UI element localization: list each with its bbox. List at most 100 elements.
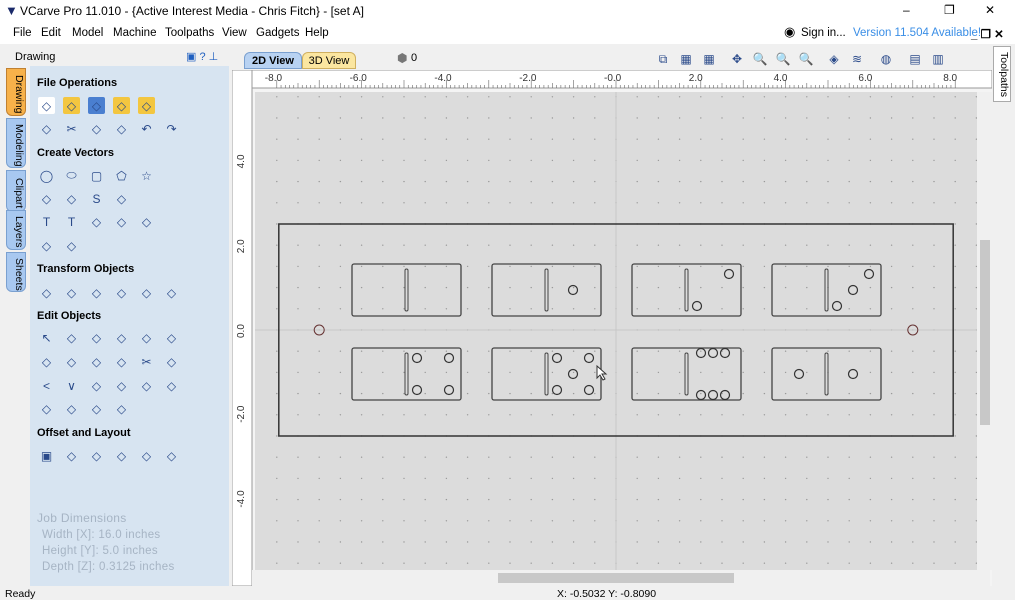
group-icon[interactable]: ◇: [113, 329, 130, 346]
nesting-icon[interactable]: ◇: [138, 447, 155, 464]
trace-bitmap-icon[interactable]: ◇: [163, 377, 180, 394]
layer-icon[interactable]: ⬢: [397, 51, 407, 65]
panel-controls[interactable]: ▣ ? ⊥: [186, 50, 218, 63]
cut-icon[interactable]: ✂: [63, 120, 80, 137]
zoom-extents-icon[interactable]: ⧉: [654, 50, 672, 68]
weld-tool-icon[interactable]: ◇: [163, 329, 180, 346]
texture-icon[interactable]: ◇: [113, 190, 130, 207]
dimension-icon[interactable]: ◇: [63, 237, 80, 254]
subtract-icon[interactable]: ◇: [63, 353, 80, 370]
move-icon[interactable]: ◇: [38, 284, 55, 301]
sign-in-link[interactable]: Sign in...: [801, 27, 846, 39]
menu-gadgets[interactable]: Gadgets: [256, 27, 299, 39]
curve-split-icon[interactable]: ◇: [63, 400, 80, 417]
fit-to-sheet-icon[interactable]: ◇: [163, 447, 180, 464]
copy-along-vectors-icon[interactable]: ◇: [113, 447, 130, 464]
save-file-icon[interactable]: ◇: [88, 97, 105, 114]
open-folder-icon[interactable]: ◇: [113, 97, 130, 114]
scrollbar-thumb[interactable]: [980, 240, 990, 425]
zoom-all-icon[interactable]: 🔍: [774, 50, 792, 68]
arc-icon[interactable]: ◇: [63, 190, 80, 207]
zoom-in-icon[interactable]: 🔍: [751, 50, 769, 68]
text-icon[interactable]: T: [38, 213, 55, 230]
restore-button[interactable]: ❐: [944, 3, 955, 17]
distort-icon[interactable]: ◇: [138, 284, 155, 301]
toggle-vectors-icon[interactable]: ◈: [825, 50, 843, 68]
redo-icon[interactable]: ↷: [163, 120, 180, 137]
undo-icon[interactable]: ↶: [138, 120, 155, 137]
doc-minimize-button[interactable]: _ ❐ ✕: [971, 27, 1004, 41]
menu-machine[interactable]: Machine: [113, 27, 156, 39]
pan-icon[interactable]: ✥: [728, 50, 746, 68]
smooth-icon[interactable]: ◇: [88, 377, 105, 394]
transform-select-icon[interactable]: ◇: [88, 329, 105, 346]
set-origin-icon[interactable]: ◇: [163, 284, 180, 301]
curve-close-icon[interactable]: ◇: [113, 400, 130, 417]
ellipse-icon[interactable]: ⬭: [63, 167, 80, 184]
intersect-icon[interactable]: ◇: [88, 353, 105, 370]
zoom-box-icon[interactable]: 🔍: [797, 50, 815, 68]
align-center-icon[interactable]: ◇: [88, 284, 105, 301]
import-icon[interactable]: ◇: [138, 97, 155, 114]
side-tab-sheets[interactable]: Sheets: [6, 252, 26, 292]
menu-toolpaths[interactable]: Toolpaths: [165, 27, 214, 39]
circle-icon[interactable]: ◯: [38, 167, 55, 184]
edit-bitmap-icon[interactable]: ◇: [138, 377, 155, 394]
polygon-icon[interactable]: ⬠: [113, 167, 130, 184]
trim-fill-icon[interactable]: ◇: [113, 353, 130, 370]
toolpaths-tab[interactable]: Toolpaths: [993, 46, 1011, 102]
tab-3d-view[interactable]: 3D View: [302, 52, 356, 69]
polyline-icon[interactable]: ◇: [38, 190, 55, 207]
tile-v-icon[interactable]: ▥: [929, 50, 947, 68]
bend-text-icon[interactable]: ◇: [138, 213, 155, 230]
copy-icon[interactable]: ◇: [88, 120, 105, 137]
scrollbar-thumb[interactable]: [498, 573, 734, 583]
join-icon[interactable]: ∨: [63, 377, 80, 394]
fit-curves-icon[interactable]: ◇: [38, 400, 55, 417]
menu-view[interactable]: View: [222, 27, 247, 39]
star-icon[interactable]: ☆: [138, 167, 155, 184]
toggle-toolpaths-icon[interactable]: ≋: [848, 50, 866, 68]
render-icon[interactable]: ◍: [877, 50, 895, 68]
side-tab-clipart[interactable]: Clipart: [6, 170, 26, 212]
tab-2d-view[interactable]: 2D View: [244, 52, 302, 69]
version-available-link[interactable]: Version 11.504 Available!: [853, 27, 981, 39]
curve-merge-icon[interactable]: ◇: [88, 400, 105, 417]
extend-icon[interactable]: <: [38, 377, 55, 394]
minimize-button[interactable]: –: [903, 3, 910, 17]
text-on-curve-icon[interactable]: ◇: [88, 213, 105, 230]
select-icon[interactable]: ↖: [38, 329, 55, 346]
paste-icon[interactable]: ◇: [113, 120, 130, 137]
offset-icon[interactable]: ▣: [38, 447, 55, 464]
side-tab-drawing[interactable]: Drawing: [6, 68, 26, 116]
close-vector-icon[interactable]: ◇: [113, 377, 130, 394]
drawing-canvas[interactable]: -8.0 -6.0 -4.0 -2.0 -0.0 2.0 4.0 6.0 8.0 4.0 2.0 0.…: [232, 70, 992, 586]
menu-model[interactable]: Model: [72, 27, 103, 39]
close-button[interactable]: ✕: [985, 3, 995, 17]
select-all-icon[interactable]: ◇: [38, 120, 55, 137]
auto-layout-text-icon[interactable]: ◇: [113, 213, 130, 230]
scissors-icon[interactable]: ✂: [138, 353, 155, 370]
grid-icon[interactable]: ▦: [700, 50, 718, 68]
tile-h-icon[interactable]: ▤: [906, 50, 924, 68]
new-file-icon[interactable]: ◇: [38, 97, 55, 114]
snap-grid-icon[interactable]: ▦: [677, 50, 695, 68]
mirror-icon[interactable]: ◇: [113, 284, 130, 301]
menu-file[interactable]: File: [13, 27, 32, 39]
weld-icon[interactable]: ◇: [38, 353, 55, 370]
curve-icon[interactable]: S: [88, 190, 105, 207]
node-edit-icon[interactable]: ◇: [63, 329, 80, 346]
circular-array-icon[interactable]: ◇: [88, 447, 105, 464]
rectangle-icon[interactable]: ▢: [88, 167, 105, 184]
dimension-cursor-icon[interactable]: ◇: [38, 237, 55, 254]
open-file-icon[interactable]: ◇: [63, 97, 80, 114]
text-box-icon[interactable]: T: [63, 213, 80, 230]
side-tab-modeling[interactable]: Modeling: [6, 118, 26, 168]
menu-edit[interactable]: Edit: [41, 27, 61, 39]
menu-help[interactable]: Help: [305, 27, 329, 39]
array-copy-icon[interactable]: ◇: [63, 447, 80, 464]
scale-icon[interactable]: ◇: [63, 284, 80, 301]
ungroup-icon[interactable]: ◇: [138, 329, 155, 346]
fillet-icon[interactable]: ◇: [163, 353, 180, 370]
side-tab-layers[interactable]: Layers: [6, 210, 26, 250]
